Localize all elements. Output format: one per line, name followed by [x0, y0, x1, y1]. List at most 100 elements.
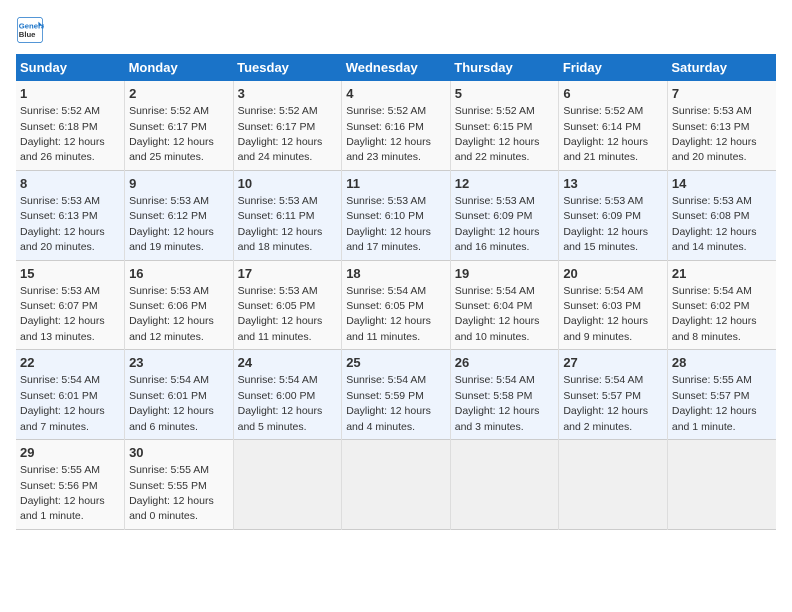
day-number: 14 [672, 175, 772, 193]
calendar-cell: 23 Sunrise: 5:54 AMSunset: 6:01 PMDayligh… [125, 350, 234, 440]
cell-info: Sunrise: 5:54 AMSunset: 6:04 PMDaylight:… [455, 285, 540, 343]
cell-info: Sunrise: 5:52 AMSunset: 6:15 PMDaylight:… [455, 105, 540, 163]
day-number: 12 [455, 175, 555, 193]
day-number: 10 [238, 175, 338, 193]
calendar-week-5: 29 Sunrise: 5:55 AMSunset: 5:56 PMDayligh… [16, 440, 776, 530]
day-number: 4 [346, 85, 446, 103]
calendar-cell: 5 Sunrise: 5:52 AMSunset: 6:15 PMDaylight… [450, 81, 559, 170]
calendar-cell: 29 Sunrise: 5:55 AMSunset: 5:56 PMDayligh… [16, 440, 125, 530]
day-number: 7 [672, 85, 772, 103]
cell-info: Sunrise: 5:52 AMSunset: 6:16 PMDaylight:… [346, 105, 431, 163]
cell-info: Sunrise: 5:55 AMSunset: 5:57 PMDaylight:… [672, 374, 757, 432]
calendar-cell: 16 Sunrise: 5:53 AMSunset: 6:06 PMDayligh… [125, 260, 234, 350]
calendar-table: SundayMondayTuesdayWednesdayThursdayFrid… [16, 54, 776, 530]
cell-info: Sunrise: 5:54 AMSunset: 6:01 PMDaylight:… [129, 374, 214, 432]
cell-info: Sunrise: 5:53 AMSunset: 6:09 PMDaylight:… [455, 195, 540, 253]
cell-info: Sunrise: 5:53 AMSunset: 6:09 PMDaylight:… [563, 195, 648, 253]
day-number: 3 [238, 85, 338, 103]
day-number: 11 [346, 175, 446, 193]
calendar-cell: 7 Sunrise: 5:53 AMSunset: 6:13 PMDaylight… [667, 81, 776, 170]
cell-info: Sunrise: 5:55 AMSunset: 5:56 PMDaylight:… [20, 464, 105, 522]
calendar-cell: 24Sunrise: 5:54 AMSunset: 6:00 PMDayligh… [233, 350, 342, 440]
cell-info: Sunrise: 5:54 AMSunset: 5:59 PMDaylight:… [346, 374, 431, 432]
calendar-cell: 30 Sunrise: 5:55 AMSunset: 5:55 PMDayligh… [125, 440, 234, 530]
day-number: 27 [563, 354, 663, 372]
calendar-cell: 22Sunrise: 5:54 AMSunset: 6:01 PMDayligh… [16, 350, 125, 440]
cell-info: Sunrise: 5:53 AMSunset: 6:12 PMDaylight:… [129, 195, 214, 253]
svg-text:Blue: Blue [19, 30, 36, 39]
calendar-cell: 18 Sunrise: 5:54 AMSunset: 6:05 PMDayligh… [342, 260, 451, 350]
calendar-cell: 17Sunrise: 5:53 AMSunset: 6:05 PMDayligh… [233, 260, 342, 350]
calendar-cell: 25Sunrise: 5:54 AMSunset: 5:59 PMDayligh… [342, 350, 451, 440]
header-tuesday: Tuesday [233, 54, 342, 81]
cell-info: Sunrise: 5:53 AMSunset: 6:06 PMDaylight:… [129, 285, 214, 343]
calendar-cell [342, 440, 451, 530]
cell-info: Sunrise: 5:52 AMSunset: 6:18 PMDaylight:… [20, 105, 105, 163]
cell-info: Sunrise: 5:52 AMSunset: 6:14 PMDaylight:… [563, 105, 648, 163]
day-number: 9 [129, 175, 229, 193]
cell-info: Sunrise: 5:54 AMSunset: 6:03 PMDaylight:… [563, 285, 648, 343]
cell-info: Sunrise: 5:53 AMSunset: 6:05 PMDaylight:… [238, 285, 323, 343]
cell-info: Sunrise: 5:54 AMSunset: 6:02 PMDaylight:… [672, 285, 757, 343]
cell-info: Sunrise: 5:54 AMSunset: 6:05 PMDaylight:… [346, 285, 431, 343]
calendar-cell: 9 Sunrise: 5:53 AMSunset: 6:12 PMDaylight… [125, 170, 234, 260]
calendar-cell: 10Sunrise: 5:53 AMSunset: 6:11 PMDayligh… [233, 170, 342, 260]
header-friday: Friday [559, 54, 668, 81]
logo: General Blue [16, 16, 48, 44]
calendar-cell: 11 Sunrise: 5:53 AMSunset: 6:10 PMDayligh… [342, 170, 451, 260]
calendar-cell: 2Sunrise: 5:52 AMSunset: 6:17 PMDaylight… [125, 81, 234, 170]
day-number: 16 [129, 265, 229, 283]
day-number: 20 [563, 265, 663, 283]
cell-info: Sunrise: 5:54 AMSunset: 6:01 PMDaylight:… [20, 374, 105, 432]
calendar-cell: 3 Sunrise: 5:52 AMSunset: 6:17 PMDaylight… [233, 81, 342, 170]
day-number: 30 [129, 444, 229, 462]
calendar-header-row: SundayMondayTuesdayWednesdayThursdayFrid… [16, 54, 776, 81]
day-number: 6 [563, 85, 663, 103]
day-number: 18 [346, 265, 446, 283]
header-monday: Monday [125, 54, 234, 81]
day-number: 15 [20, 265, 120, 283]
calendar-cell: 14 Sunrise: 5:53 AMSunset: 6:08 PMDayligh… [667, 170, 776, 260]
day-number: 19 [455, 265, 555, 283]
day-number: 26 [455, 354, 555, 372]
cell-info: Sunrise: 5:53 AMSunset: 6:08 PMDaylight:… [672, 195, 757, 253]
day-number: 23 [129, 354, 229, 372]
cell-info: Sunrise: 5:53 AMSunset: 6:13 PMDaylight:… [20, 195, 105, 253]
cell-info: Sunrise: 5:53 AMSunset: 6:07 PMDaylight:… [20, 285, 105, 343]
cell-info: Sunrise: 5:54 AMSunset: 5:57 PMDaylight:… [563, 374, 648, 432]
cell-info: Sunrise: 5:52 AMSunset: 6:17 PMDaylight:… [238, 105, 323, 163]
day-number: 13 [563, 175, 663, 193]
day-number: 24 [238, 354, 338, 372]
calendar-week-3: 15 Sunrise: 5:53 AMSunset: 6:07 PMDayligh… [16, 260, 776, 350]
calendar-cell: 20 Sunrise: 5:54 AMSunset: 6:03 PMDayligh… [559, 260, 668, 350]
calendar-cell [559, 440, 668, 530]
calendar-cell: 21 Sunrise: 5:54 AMSunset: 6:02 PMDayligh… [667, 260, 776, 350]
header-thursday: Thursday [450, 54, 559, 81]
cell-info: Sunrise: 5:53 AMSunset: 6:13 PMDaylight:… [672, 105, 757, 163]
calendar-week-4: 22Sunrise: 5:54 AMSunset: 6:01 PMDayligh… [16, 350, 776, 440]
calendar-cell: 15 Sunrise: 5:53 AMSunset: 6:07 PMDayligh… [16, 260, 125, 350]
calendar-cell: 4 Sunrise: 5:52 AMSunset: 6:16 PMDaylight… [342, 81, 451, 170]
header-wednesday: Wednesday [342, 54, 451, 81]
cell-info: Sunrise: 5:54 AMSunset: 5:58 PMDaylight:… [455, 374, 540, 432]
cell-info: Sunrise: 5:55 AMSunset: 5:55 PMDaylight:… [129, 464, 214, 522]
page-header: General Blue [16, 16, 776, 44]
header-sunday: Sunday [16, 54, 125, 81]
calendar-week-1: 1Sunrise: 5:52 AMSunset: 6:18 PMDaylight… [16, 81, 776, 170]
calendar-cell [450, 440, 559, 530]
day-number: 21 [672, 265, 772, 283]
calendar-cell [233, 440, 342, 530]
calendar-cell: 28 Sunrise: 5:55 AMSunset: 5:57 PMDayligh… [667, 350, 776, 440]
calendar-cell: 12 Sunrise: 5:53 AMSunset: 6:09 PMDayligh… [450, 170, 559, 260]
calendar-cell: 1Sunrise: 5:52 AMSunset: 6:18 PMDaylight… [16, 81, 125, 170]
calendar-week-2: 8 Sunrise: 5:53 AMSunset: 6:13 PMDaylight… [16, 170, 776, 260]
calendar-cell: 19 Sunrise: 5:54 AMSunset: 6:04 PMDayligh… [450, 260, 559, 350]
cell-info: Sunrise: 5:53 AMSunset: 6:10 PMDaylight:… [346, 195, 431, 253]
calendar-cell: 6 Sunrise: 5:52 AMSunset: 6:14 PMDaylight… [559, 81, 668, 170]
day-number: 8 [20, 175, 120, 193]
calendar-cell: 8 Sunrise: 5:53 AMSunset: 6:13 PMDaylight… [16, 170, 125, 260]
day-number: 29 [20, 444, 120, 462]
day-number: 5 [455, 85, 555, 103]
day-number: 28 [672, 354, 772, 372]
calendar-cell [667, 440, 776, 530]
